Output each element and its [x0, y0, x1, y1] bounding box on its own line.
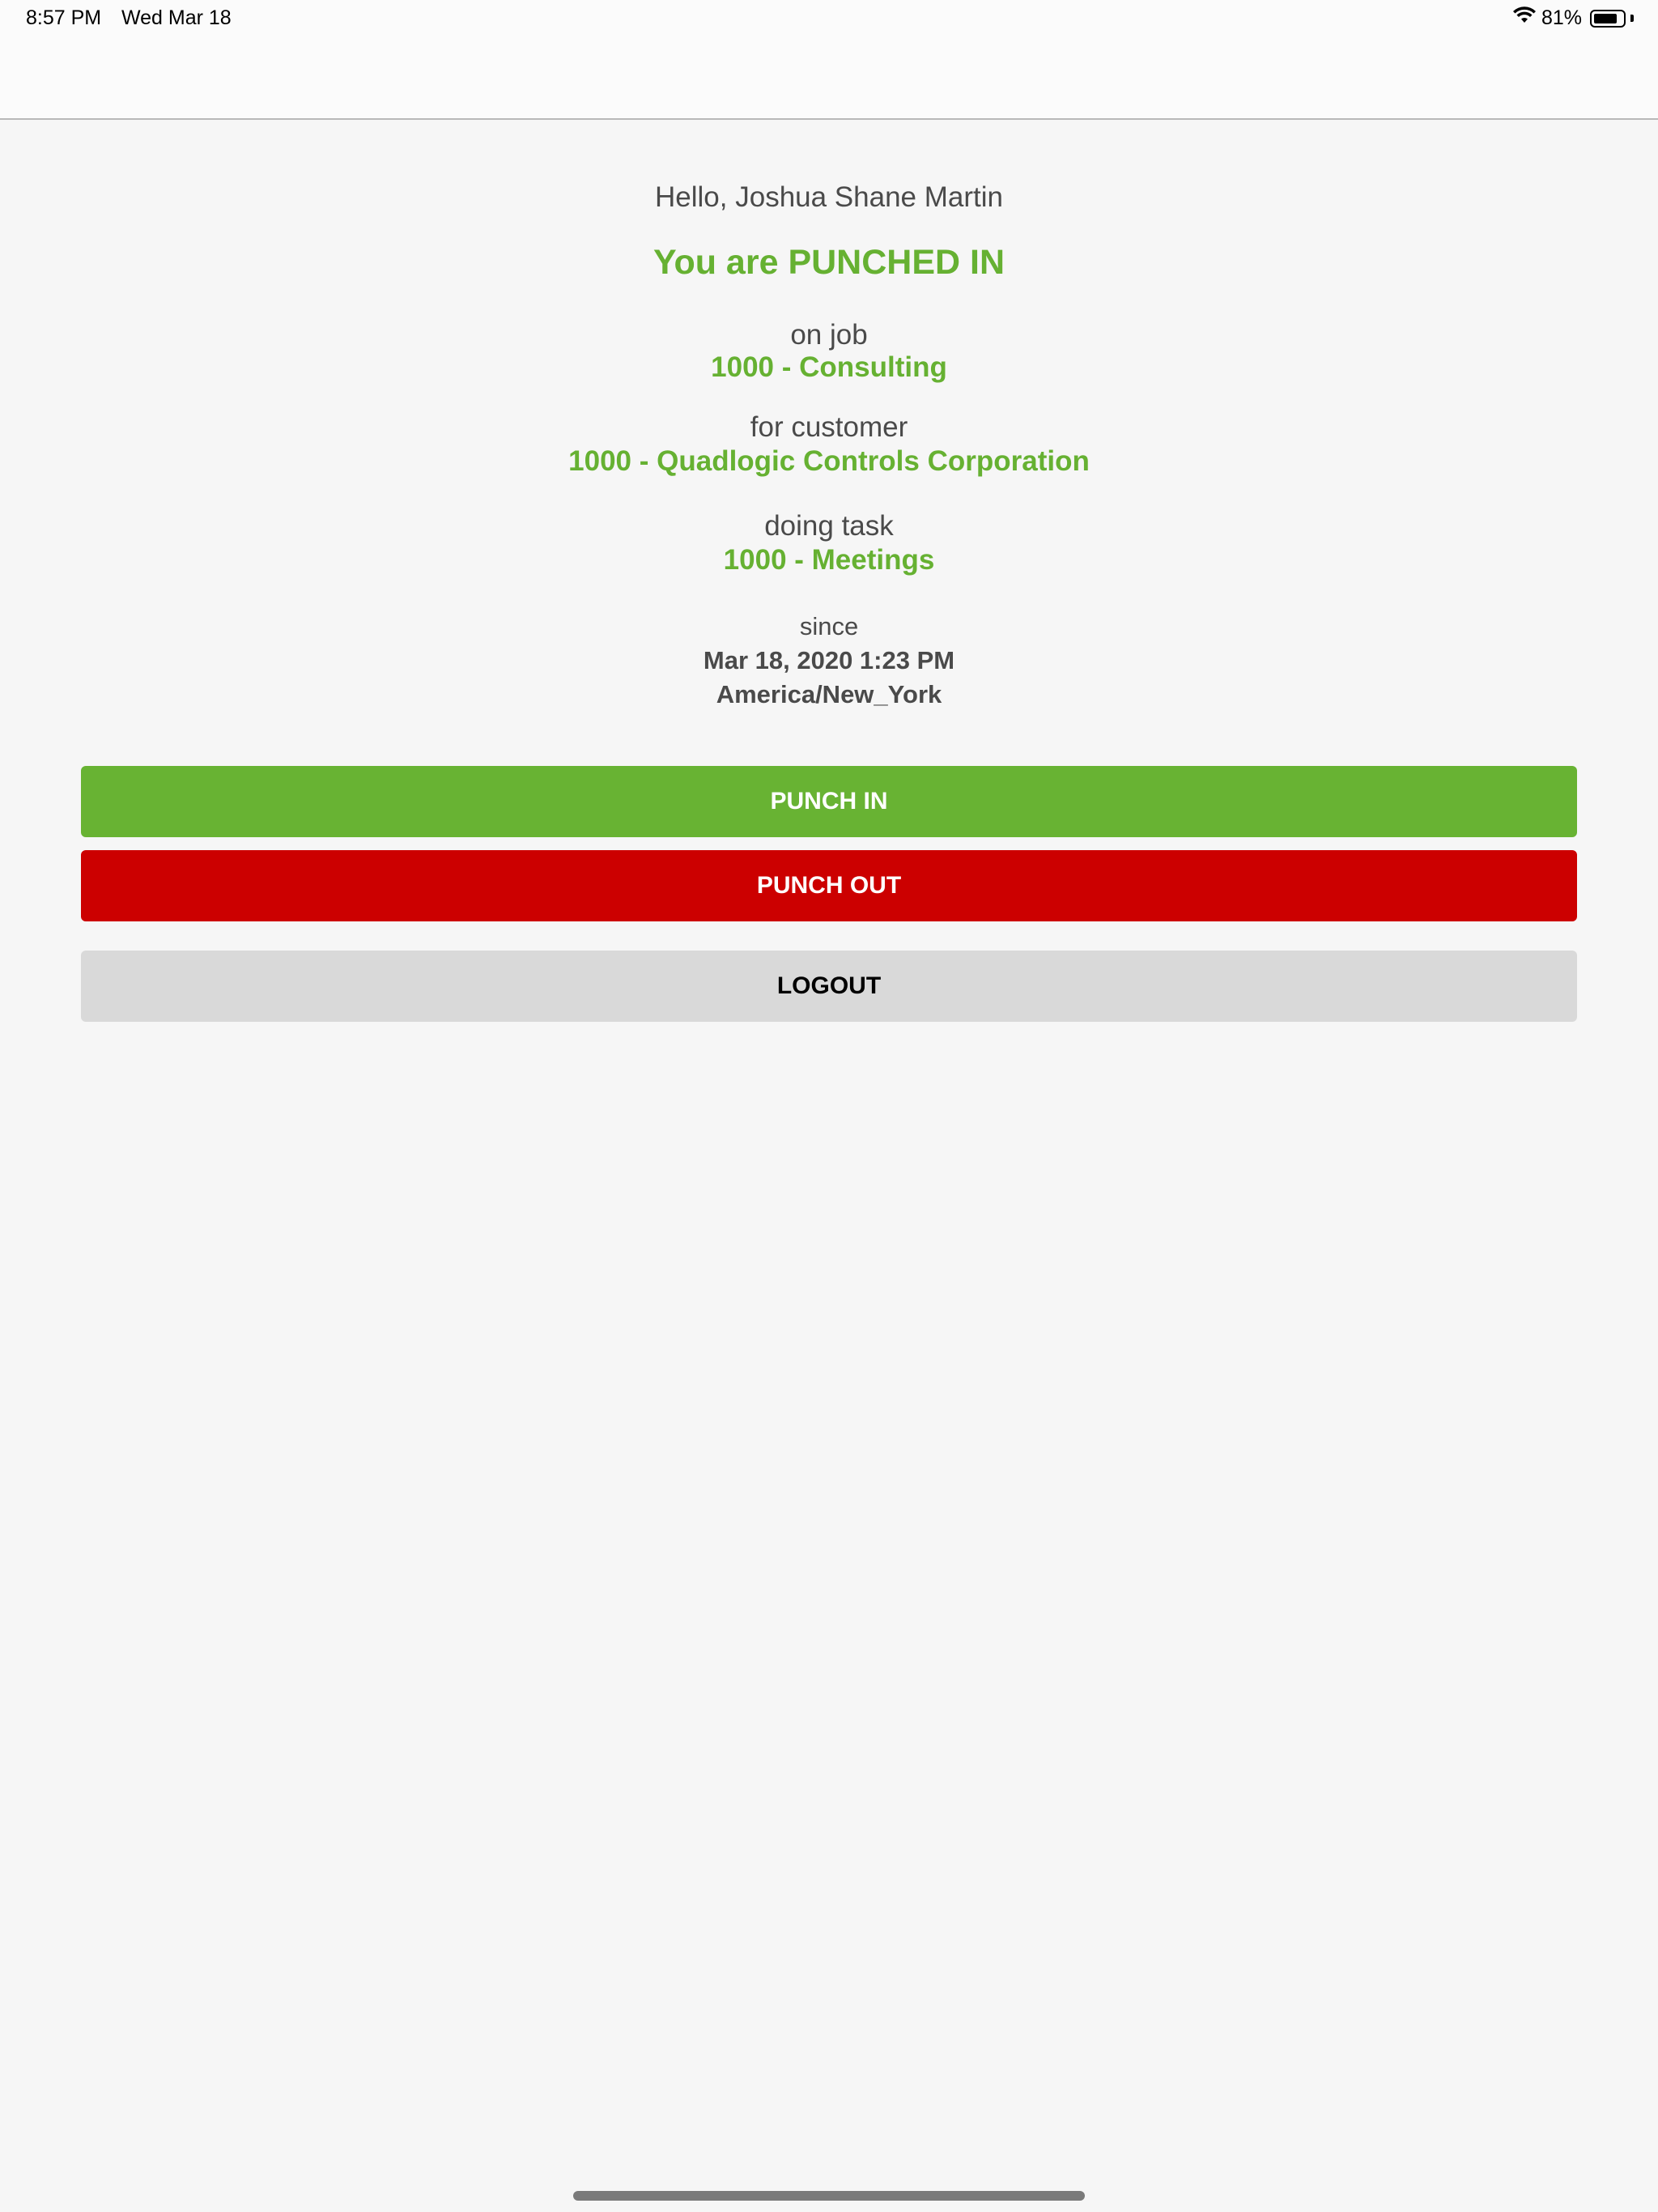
battery-icon — [1590, 9, 1626, 28]
task-value: 1000 - Meetings — [723, 544, 935, 576]
punch-out-button[interactable]: PUNCH OUT — [81, 850, 1577, 921]
task-label: doing task — [764, 510, 894, 542]
battery-fill — [1594, 13, 1617, 23]
greeting-text: Hello, Joshua Shane Martin — [655, 181, 1003, 213]
status-date: Wed Mar 18 — [121, 6, 232, 29]
battery-percentage: 81% — [1541, 6, 1582, 29]
punch-in-button[interactable]: PUNCH IN — [81, 766, 1577, 837]
status-indicators: 81% — [1512, 6, 1634, 30]
since-timezone: America/New_York — [716, 680, 942, 708]
job-label: on job — [790, 319, 868, 351]
status-bar: 8:57 PM Wed Mar 18 81% — [0, 0, 1658, 39]
logout-button[interactable]: LOGOUT — [81, 951, 1577, 1022]
customer-label: for customer — [750, 411, 908, 443]
since-datetime: Mar 18, 2020 1:23 PM — [703, 646, 955, 674]
customer-value: 1000 - Quadlogic Controls Corporation — [568, 445, 1090, 477]
home-indicator[interactable] — [573, 2191, 1085, 2201]
since-label: since — [799, 612, 859, 640]
battery-tip — [1630, 15, 1634, 22]
status-time: 8:57 PM — [26, 6, 102, 29]
wifi-icon — [1512, 6, 1537, 30]
job-value: 1000 - Consulting — [711, 351, 947, 383]
punch-status-heading: You are PUNCHED IN — [653, 243, 1005, 282]
